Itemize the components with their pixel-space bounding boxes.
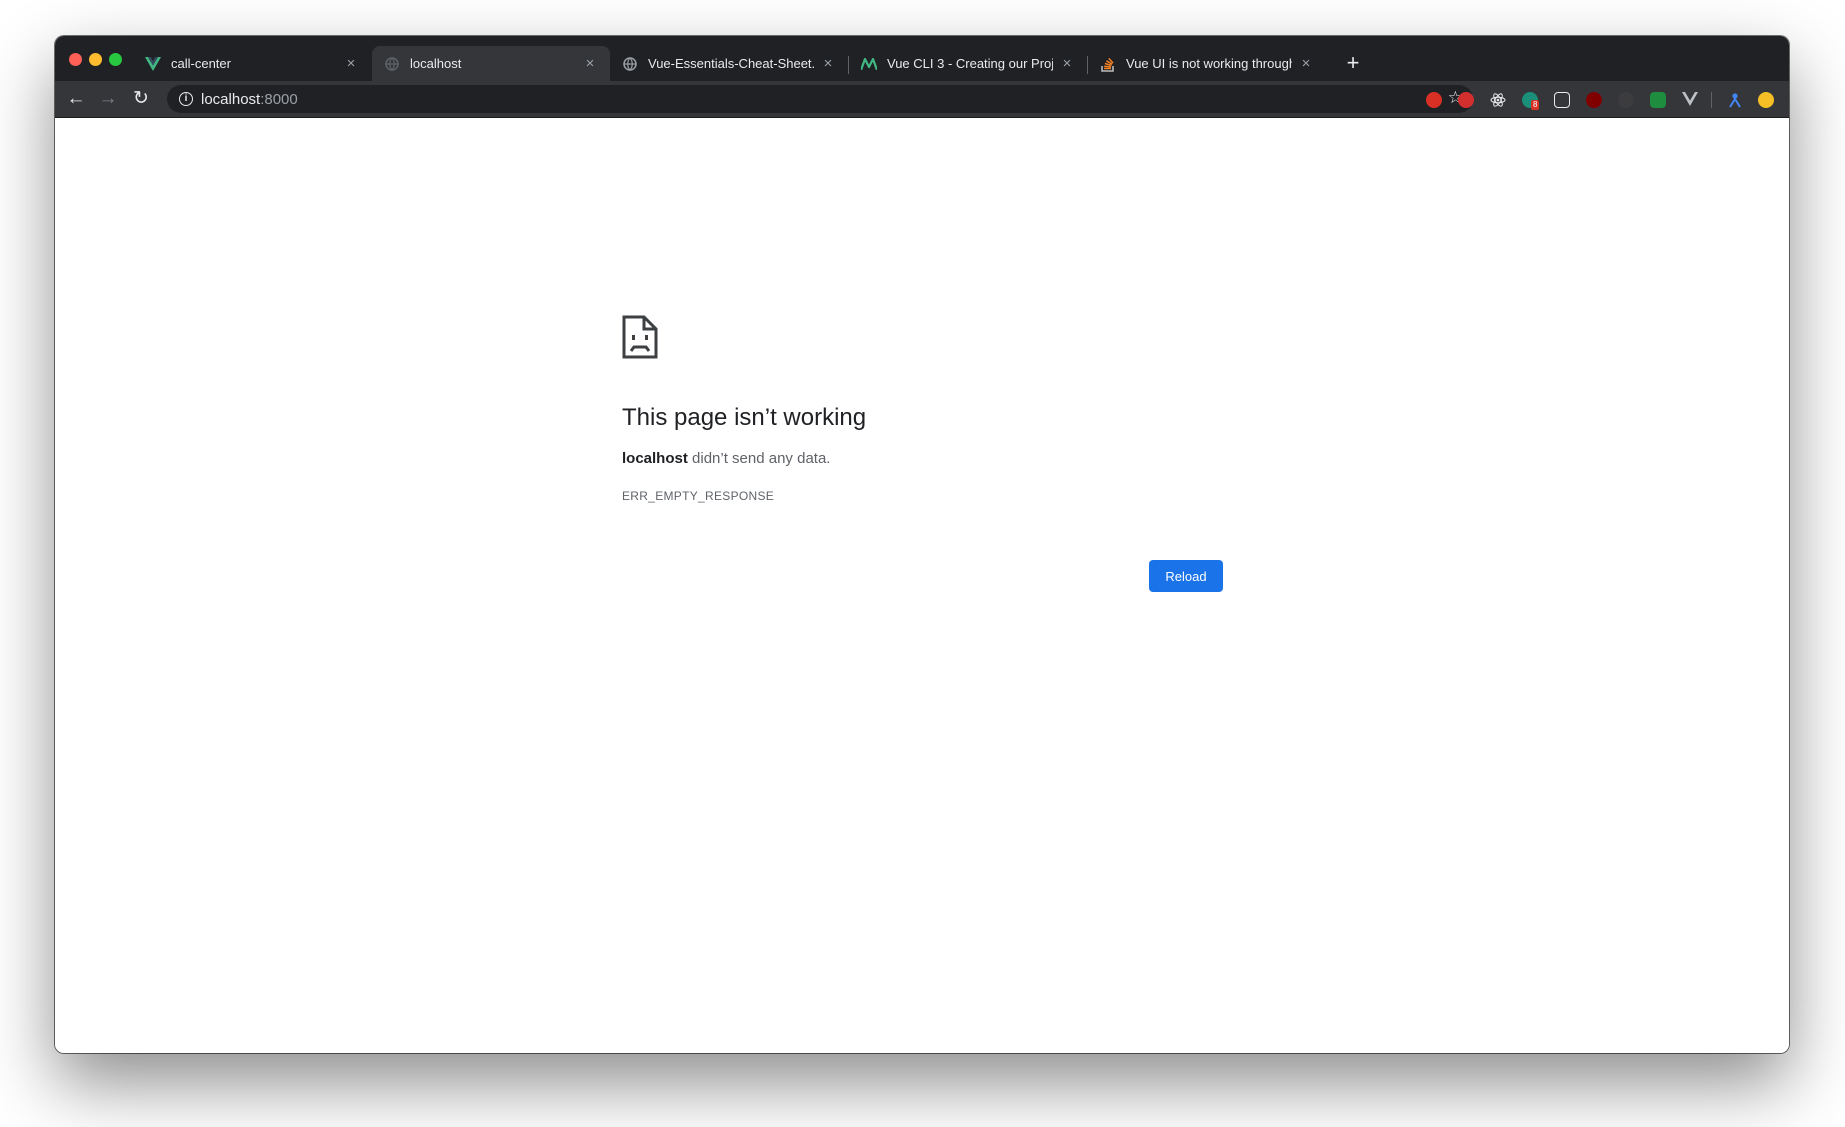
back-arrow-icon[interactable]: ← <box>64 87 88 111</box>
tab-close-icon[interactable]: × <box>343 55 359 72</box>
react-devtools-icon[interactable] <box>1490 92 1506 108</box>
tab-vue-essentials[interactable]: Vue-Essentials-Cheat-Sheet.p × <box>610 46 848 81</box>
error-code: ERR_EMPTY_RESPONSE <box>622 489 775 503</box>
tab-close-icon[interactable]: × <box>820 55 836 72</box>
tab-vue-ui-stackoverflow[interactable]: Vue UI is not working through × <box>1088 46 1326 81</box>
tab-vue-cli[interactable]: Vue CLI 3 - Creating our Projec × <box>849 46 1087 81</box>
tab-title: localhost <box>410 56 462 71</box>
adblock-icon[interactable] <box>1426 92 1442 108</box>
globe-icon <box>384 56 400 72</box>
error-message-text: didn’t send any data. <box>687 450 831 467</box>
extension-badge-icon[interactable]: 8 <box>1522 92 1540 110</box>
url-host: localhost <box>201 91 261 108</box>
reader-icon[interactable] <box>1554 92 1570 108</box>
tab-localhost[interactable]: localhost × <box>372 46 610 81</box>
minimize-window-button[interactable] <box>89 53 102 66</box>
cloud-icon[interactable] <box>1618 92 1634 108</box>
profile-icon[interactable] <box>1758 92 1774 108</box>
close-window-button[interactable] <box>69 53 82 66</box>
url-port: :8000 <box>260 91 298 108</box>
browser-window: call-center × localhost × Vue-Essentials… <box>55 36 1789 1053</box>
globe-icon <box>622 56 638 72</box>
vue-devtools-icon[interactable] <box>1682 92 1698 108</box>
vue-mastery-icon <box>861 56 877 72</box>
ublock-icon[interactable] <box>1586 92 1602 108</box>
reload-button[interactable]: Reload <box>1149 560 1223 592</box>
error-host: localhost <box>622 450 688 467</box>
new-tab-button[interactable]: + <box>1340 50 1366 76</box>
tab-title: call-center <box>171 56 231 71</box>
forward-arrow-icon[interactable]: → <box>96 87 120 111</box>
error-message: localhost didn’t send any data. <box>622 450 830 467</box>
error-page: This page isn’t working localhost didn’t… <box>55 118 1789 1053</box>
stackoverflow-icon <box>1100 56 1116 72</box>
tab-call-center[interactable]: call-center × <box>133 46 371 81</box>
tab-title: Vue UI is not working through <box>1126 56 1292 71</box>
excel-icon[interactable] <box>1650 92 1666 108</box>
address-bar[interactable]: i localhost:8000 ☆ <box>167 85 1473 113</box>
tab-close-icon[interactable]: × <box>1298 55 1314 72</box>
sad-document-icon <box>622 315 658 359</box>
user-icon[interactable] <box>1727 92 1743 108</box>
tab-title: Vue-Essentials-Cheat-Sheet.p <box>648 56 814 71</box>
reload-icon[interactable]: ↻ <box>129 87 153 111</box>
tab-title: Vue CLI 3 - Creating our Projec <box>887 56 1053 71</box>
info-icon[interactable]: i <box>179 92 193 106</box>
error-title: This page isn’t working <box>622 404 867 431</box>
extension-badge-count: 8 <box>1531 100 1540 110</box>
browser-toolbar: ← → ↻ i localhost:8000 ☆ 8 <box>55 81 1789 118</box>
url-text: localhost:8000 <box>201 91 298 108</box>
tab-close-icon[interactable]: × <box>1059 55 1075 72</box>
tab-strip: call-center × localhost × Vue-Essentials… <box>55 36 1789 81</box>
zoom-window-button[interactable] <box>109 53 122 66</box>
vue-logo-icon <box>145 56 161 72</box>
tab-close-icon[interactable]: × <box>582 55 598 72</box>
toolbar-separator <box>1711 92 1712 108</box>
lastpass-icon[interactable] <box>1458 92 1474 108</box>
